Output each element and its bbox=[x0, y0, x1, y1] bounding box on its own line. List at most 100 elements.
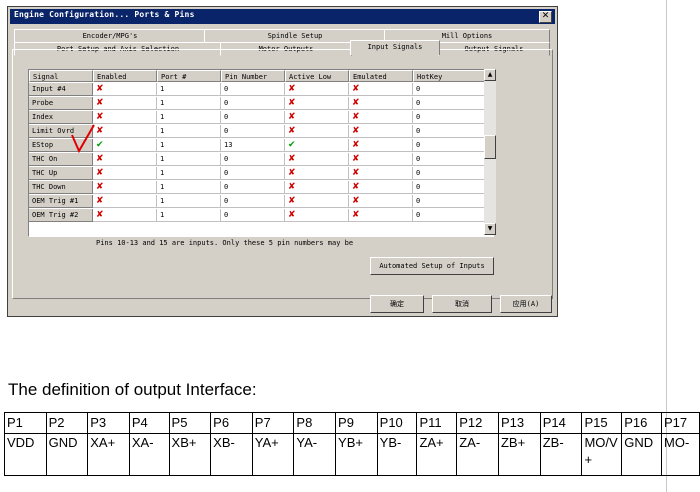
pin-number-cell[interactable]: 0 bbox=[221, 83, 285, 96]
emulated-cell[interactable]: ✘ bbox=[349, 209, 413, 222]
port-cell[interactable]: 1 bbox=[157, 125, 221, 138]
pin-number-cell[interactable]: 0 bbox=[221, 125, 285, 138]
port-cell[interactable]: 1 bbox=[157, 209, 221, 222]
emulated-cell[interactable]: ✘ bbox=[349, 139, 413, 152]
hotkey-cell[interactable]: 0 bbox=[413, 195, 485, 208]
enabled-cell[interactable]: ✘ bbox=[93, 209, 157, 222]
close-button[interactable]: ✕ bbox=[539, 11, 552, 23]
col-header-hotkey[interactable]: HotKey bbox=[413, 70, 485, 82]
port-cell[interactable]: 1 bbox=[157, 83, 221, 96]
table-row[interactable]: THC Down ✘ 1 0 ✘ ✘ 0 bbox=[29, 181, 493, 194]
table-row[interactable]: OEM Trig #1 ✘ 1 0 ✘ ✘ 0 bbox=[29, 195, 493, 208]
table-row[interactable]: Index ✘ 1 0 ✘ ✘ 0 bbox=[29, 111, 493, 124]
table-row[interactable]: Limit Ovrd ✘ 1 0 ✘ ✘ 0 bbox=[29, 125, 493, 138]
emulated-cell[interactable]: ✘ bbox=[349, 111, 413, 124]
tab-input-signals[interactable]: Input Signals bbox=[350, 40, 440, 55]
signal-cell[interactable]: OEM Trig #1 bbox=[29, 195, 93, 208]
emulated-cell[interactable]: ✘ bbox=[349, 195, 413, 208]
signal-label: XA- bbox=[128, 433, 170, 476]
port-cell[interactable]: 1 bbox=[157, 195, 221, 208]
pin-number-cell[interactable]: 0 bbox=[221, 195, 285, 208]
enabled-cell[interactable]: ✘ bbox=[93, 195, 157, 208]
scroll-down-arrow-icon[interactable]: ▼ bbox=[484, 223, 496, 235]
port-cell[interactable]: 1 bbox=[157, 167, 221, 180]
active-low-cell[interactable]: ✘ bbox=[285, 209, 349, 222]
active-low-cell[interactable]: ✔ bbox=[285, 139, 349, 152]
emulated-cell[interactable]: ✘ bbox=[349, 181, 413, 194]
pin-number-cell[interactable]: 0 bbox=[221, 111, 285, 124]
ok-button[interactable]: 确定 bbox=[370, 295, 424, 313]
signal-cell-text: Limit Ovrd bbox=[32, 127, 75, 135]
enabled-cell[interactable]: ✘ bbox=[93, 111, 157, 124]
hotkey-cell[interactable]: 0 bbox=[413, 181, 485, 194]
hotkey-cell[interactable]: 0 bbox=[413, 97, 485, 110]
signal-cell-text: THC Up bbox=[32, 169, 58, 177]
active-low-cell[interactable]: ✘ bbox=[285, 153, 349, 166]
hotkey-cell[interactable]: 0 bbox=[413, 83, 485, 96]
col-header-pin-number[interactable]: Pin Number bbox=[221, 70, 285, 82]
col-header-enabled[interactable]: Enabled bbox=[93, 70, 157, 82]
grid-vertical-scrollbar[interactable]: ▲ ▼ bbox=[484, 69, 496, 235]
table-row[interactable]: Input #4 ✘ 1 0 ✘ ✘ 0 bbox=[29, 83, 493, 96]
emulated-cell[interactable]: ✘ bbox=[349, 83, 413, 96]
pin-number-cell[interactable]: 0 bbox=[221, 97, 285, 110]
tab-encoder-mpg[interactable]: Encoder/MPG's bbox=[14, 29, 206, 43]
col-header-port[interactable]: Port # bbox=[157, 70, 221, 82]
apply-button[interactable]: 应用(A) bbox=[500, 295, 552, 313]
hotkey-cell[interactable]: 0 bbox=[413, 167, 485, 180]
emulated-cell[interactable]: ✘ bbox=[349, 167, 413, 180]
table-row[interactable]: THC Up ✘ 1 0 ✘ ✘ 0 bbox=[29, 167, 493, 180]
active-low-cell[interactable]: ✘ bbox=[285, 111, 349, 124]
col-header-active-low[interactable]: Active Low bbox=[285, 70, 349, 82]
automated-setup-button[interactable]: Automated Setup of Inputs bbox=[370, 257, 494, 275]
active-low-cell[interactable]: ✘ bbox=[285, 125, 349, 138]
cancel-button[interactable]: 取消 bbox=[432, 295, 492, 313]
red-x-icon: ✘ bbox=[288, 98, 296, 108]
emulated-cell[interactable]: ✘ bbox=[349, 97, 413, 110]
hotkey-cell[interactable]: 0 bbox=[413, 125, 485, 138]
scroll-up-arrow-icon[interactable]: ▲ bbox=[484, 69, 496, 81]
signal-cell[interactable]: THC Down bbox=[29, 181, 93, 194]
port-cell[interactable]: 1 bbox=[157, 139, 221, 152]
port-cell[interactable]: 1 bbox=[157, 97, 221, 110]
signal-cell[interactable]: Input #4 bbox=[29, 83, 93, 96]
enabled-cell[interactable]: ✘ bbox=[93, 83, 157, 96]
enabled-cell[interactable]: ✘ bbox=[93, 125, 157, 138]
active-low-cell[interactable]: ✘ bbox=[285, 181, 349, 194]
hotkey-cell[interactable]: 0 bbox=[413, 111, 485, 124]
pin-number-cell[interactable]: 0 bbox=[221, 153, 285, 166]
port-cell[interactable]: 1 bbox=[157, 111, 221, 124]
pin-number-cell[interactable]: 0 bbox=[221, 181, 285, 194]
col-header-signal[interactable]: Signal bbox=[29, 70, 93, 82]
emulated-cell[interactable]: ✘ bbox=[349, 125, 413, 138]
signal-cell[interactable]: OEM Trig #2 bbox=[29, 209, 93, 222]
port-cell[interactable]: 1 bbox=[157, 181, 221, 194]
enabled-cell[interactable]: ✘ bbox=[93, 167, 157, 180]
table-row[interactable]: OEM Trig #2 ✘ 1 0 ✘ ✘ 0 bbox=[29, 209, 493, 222]
enabled-cell[interactable]: ✘ bbox=[93, 153, 157, 166]
hotkey-cell[interactable]: 0 bbox=[413, 139, 485, 152]
active-low-cell[interactable]: ✘ bbox=[285, 97, 349, 110]
signal-cell[interactable]: THC On bbox=[29, 153, 93, 166]
active-low-cell[interactable]: ✘ bbox=[285, 83, 349, 96]
enabled-cell[interactable]: ✘ bbox=[93, 181, 157, 194]
active-low-cell[interactable]: ✘ bbox=[285, 195, 349, 208]
pin-number-cell[interactable]: 13 bbox=[221, 139, 285, 152]
input-signals-grid[interactable]: Signal Enabled Port # Pin Number Active … bbox=[28, 69, 494, 237]
signal-cell[interactable]: Probe bbox=[29, 97, 93, 110]
scroll-thumb[interactable] bbox=[484, 135, 496, 159]
enabled-cell[interactable]: ✔ bbox=[93, 139, 157, 152]
pin-number-cell[interactable]: 0 bbox=[221, 209, 285, 222]
hotkey-cell[interactable]: 0 bbox=[413, 209, 485, 222]
enabled-cell[interactable]: ✘ bbox=[93, 97, 157, 110]
active-low-cell[interactable]: ✘ bbox=[285, 167, 349, 180]
emulated-cell[interactable]: ✘ bbox=[349, 153, 413, 166]
signal-cell[interactable]: THC Up bbox=[29, 167, 93, 180]
table-row[interactable]: EStop ✔ 1 13 ✔ ✘ 0 bbox=[29, 139, 493, 152]
hotkey-cell[interactable]: 0 bbox=[413, 153, 485, 166]
table-row[interactable]: Probe ✘ 1 0 ✘ ✘ 0 bbox=[29, 97, 493, 110]
port-cell[interactable]: 1 bbox=[157, 153, 221, 166]
pin-number-cell[interactable]: 0 bbox=[221, 167, 285, 180]
table-row[interactable]: THC On ✘ 1 0 ✘ ✘ 0 bbox=[29, 153, 493, 166]
col-header-emulated[interactable]: Emulated bbox=[349, 70, 413, 82]
